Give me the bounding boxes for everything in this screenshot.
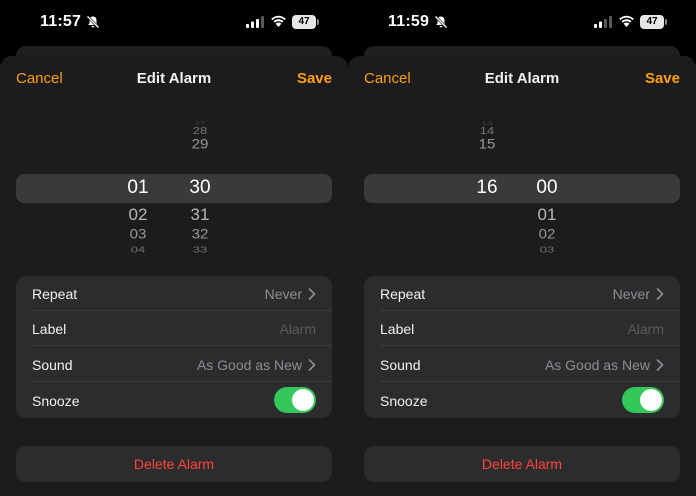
picker-selection-band — [16, 174, 332, 203]
repeat-label: Repeat — [32, 286, 78, 302]
picker-value: 28 — [192, 124, 208, 137]
selected-hour: 01 — [127, 177, 149, 198]
snooze-label: Snooze — [380, 393, 428, 409]
page-title: Edit Alarm — [484, 70, 560, 87]
status-bar: 11:57 47 — [0, 0, 348, 46]
phone-screen-right: 11:59 47 Cancel Edit Alarm Save 13 14 15… — [348, 0, 696, 496]
repeat-row[interactable]: Repeat Never — [16, 276, 332, 311]
picker-value: 03 — [539, 244, 555, 255]
selected-minute: 30 — [189, 177, 211, 198]
delete-alarm-button[interactable]: Delete Alarm — [16, 446, 332, 482]
status-time: 11:59 — [388, 13, 430, 30]
sound-value: As Good as New — [544, 357, 650, 373]
wifi-icon — [619, 15, 634, 27]
snooze-row: Snooze — [364, 383, 680, 418]
time-picker[interactable]: 01 02 03 04 27 28 29 30 31 32 33 — [0, 116, 348, 261]
snooze-row: Snooze — [16, 383, 332, 418]
picker-value: 02 — [128, 205, 148, 224]
selected-minute: 00 — [536, 177, 558, 198]
nav-bar: Cancel Edit Alarm Save — [0, 70, 348, 90]
label-row[interactable]: Label Alarm — [364, 311, 680, 346]
label-field[interactable]: Alarm — [627, 321, 664, 337]
label-label: Label — [380, 321, 415, 337]
minute-wheel[interactable]: 00 01 02 03 — [525, 116, 569, 261]
edit-alarm-sheet: Cancel Edit Alarm Save 01 02 03 04 27 28… — [0, 56, 348, 496]
picker-value: 04 — [130, 244, 146, 255]
sound-label: Sound — [32, 357, 73, 373]
save-button[interactable]: Save — [645, 70, 680, 87]
repeat-label: Repeat — [380, 286, 426, 302]
battery-icon: 47 — [292, 15, 319, 29]
chevron-right-icon — [656, 359, 664, 371]
picker-value: 32 — [191, 226, 209, 243]
picker-value: 29 — [191, 136, 209, 153]
cellular-signal-icon — [594, 16, 612, 28]
bell-slash-icon — [434, 15, 448, 29]
cellular-signal-icon — [246, 16, 264, 28]
selected-hour: 16 — [476, 177, 498, 198]
snooze-toggle[interactable] — [274, 387, 316, 413]
sound-label: Sound — [380, 357, 421, 373]
save-button[interactable]: Save — [297, 70, 332, 87]
picker-value: 03 — [129, 226, 147, 243]
label-row[interactable]: Label Alarm — [16, 311, 332, 346]
chevron-right-icon — [308, 359, 316, 371]
sound-value: As Good as New — [196, 357, 302, 373]
label-label: Label — [32, 321, 67, 337]
chevron-right-icon — [656, 288, 664, 300]
picker-selection-band — [364, 174, 680, 203]
picker-value: 14 — [479, 124, 495, 137]
snooze-label: Snooze — [32, 393, 80, 409]
status-time: 11:57 — [40, 13, 82, 30]
delete-alarm-button[interactable]: Delete Alarm — [364, 446, 680, 482]
alarm-settings-group: Repeat Never Label Alarm Sound As Good a… — [364, 276, 680, 418]
status-bar: 11:59 47 — [348, 0, 696, 46]
wifi-icon — [271, 15, 286, 27]
sound-row[interactable]: Sound As Good as New — [16, 347, 332, 382]
minute-wheel[interactable]: 27 28 29 30 31 32 33 — [178, 116, 222, 261]
hour-wheel[interactable]: 13 14 15 16 — [465, 116, 509, 261]
alarm-settings-group: Repeat Never Label Alarm Sound As Good a… — [16, 276, 332, 418]
label-field[interactable]: Alarm — [279, 321, 316, 337]
picker-value: 33 — [192, 244, 208, 255]
battery-level: 47 — [640, 15, 664, 29]
screenshot-pair: 11:57 47 Cancel Edit Alarm Save 01 02 03… — [0, 0, 696, 496]
snooze-toggle[interactable] — [622, 387, 664, 413]
picker-value: 15 — [478, 136, 496, 153]
repeat-value: Never — [264, 286, 302, 302]
page-title: Edit Alarm — [136, 70, 212, 87]
repeat-value: Never — [612, 286, 650, 302]
picker-value: 01 — [537, 205, 557, 224]
nav-bar: Cancel Edit Alarm Save — [348, 70, 696, 90]
picker-value: 31 — [190, 205, 210, 224]
chevron-right-icon — [308, 288, 316, 300]
sound-row[interactable]: Sound As Good as New — [364, 347, 680, 382]
edit-alarm-sheet: Cancel Edit Alarm Save 13 14 15 16 00 01… — [348, 56, 696, 496]
phone-screen-left: 11:57 47 Cancel Edit Alarm Save 01 02 03… — [0, 0, 348, 496]
hour-wheel[interactable]: 01 02 03 04 — [116, 116, 160, 261]
battery-level: 47 — [292, 15, 316, 29]
picker-value: 02 — [538, 226, 556, 243]
repeat-row[interactable]: Repeat Never — [364, 276, 680, 311]
bell-slash-icon — [86, 15, 100, 29]
time-picker[interactable]: 13 14 15 16 00 01 02 03 — [348, 116, 696, 261]
battery-icon: 47 — [640, 15, 667, 29]
